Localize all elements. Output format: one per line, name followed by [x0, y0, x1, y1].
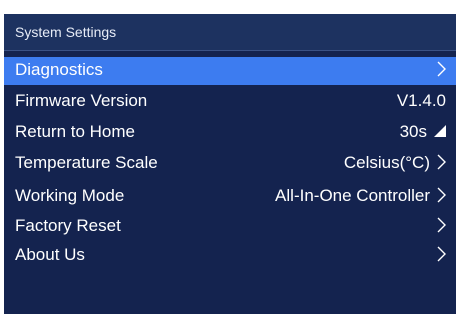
working-mode-value: All-In-One Controller	[275, 186, 430, 205]
menu-item-diagnostics[interactable]: Diagnostics	[4, 57, 456, 85]
menu-item-label: Return to Home	[15, 122, 135, 141]
menu-item-label: Temperature Scale	[15, 153, 158, 172]
menu-item-firmware-version[interactable]: Firmware Version V1.4.0	[4, 88, 456, 116]
settings-screen: System Settings Diagnostics Firmware Ver…	[4, 14, 456, 314]
corner-triangle-icon	[434, 125, 446, 137]
chevron-right-icon	[437, 154, 446, 170]
menu-item-about-us[interactable]: About Us	[4, 242, 456, 270]
menu-item-label: Factory Reset	[15, 216, 121, 235]
firmware-version-value: V1.4.0	[396, 91, 446, 110]
menu-item-label: About Us	[15, 245, 85, 264]
menu-item-factory-reset[interactable]: Factory Reset	[4, 213, 456, 241]
temperature-scale-value: Celsius(°C)	[343, 153, 430, 172]
return-to-home-value: 30s	[399, 122, 427, 141]
chevron-right-icon	[437, 217, 446, 233]
menu-item-return-to-home[interactable]: Return to Home 30s	[4, 119, 456, 147]
menu-item-label: Diagnostics	[15, 60, 103, 79]
chevron-right-icon	[437, 187, 446, 203]
chevron-right-icon	[437, 246, 446, 262]
page-title: System Settings	[15, 24, 117, 40]
menu-item-working-mode[interactable]: Working Mode All-In-One Controller	[4, 183, 456, 211]
menu-item-label: Firmware Version	[15, 91, 148, 110]
menu-item-label: Working Mode	[15, 186, 125, 205]
menu-item-temperature-scale[interactable]: Temperature Scale Celsius(°C)	[4, 150, 456, 178]
title-bar: System Settings	[4, 14, 456, 51]
chevron-right-icon	[437, 61, 446, 77]
